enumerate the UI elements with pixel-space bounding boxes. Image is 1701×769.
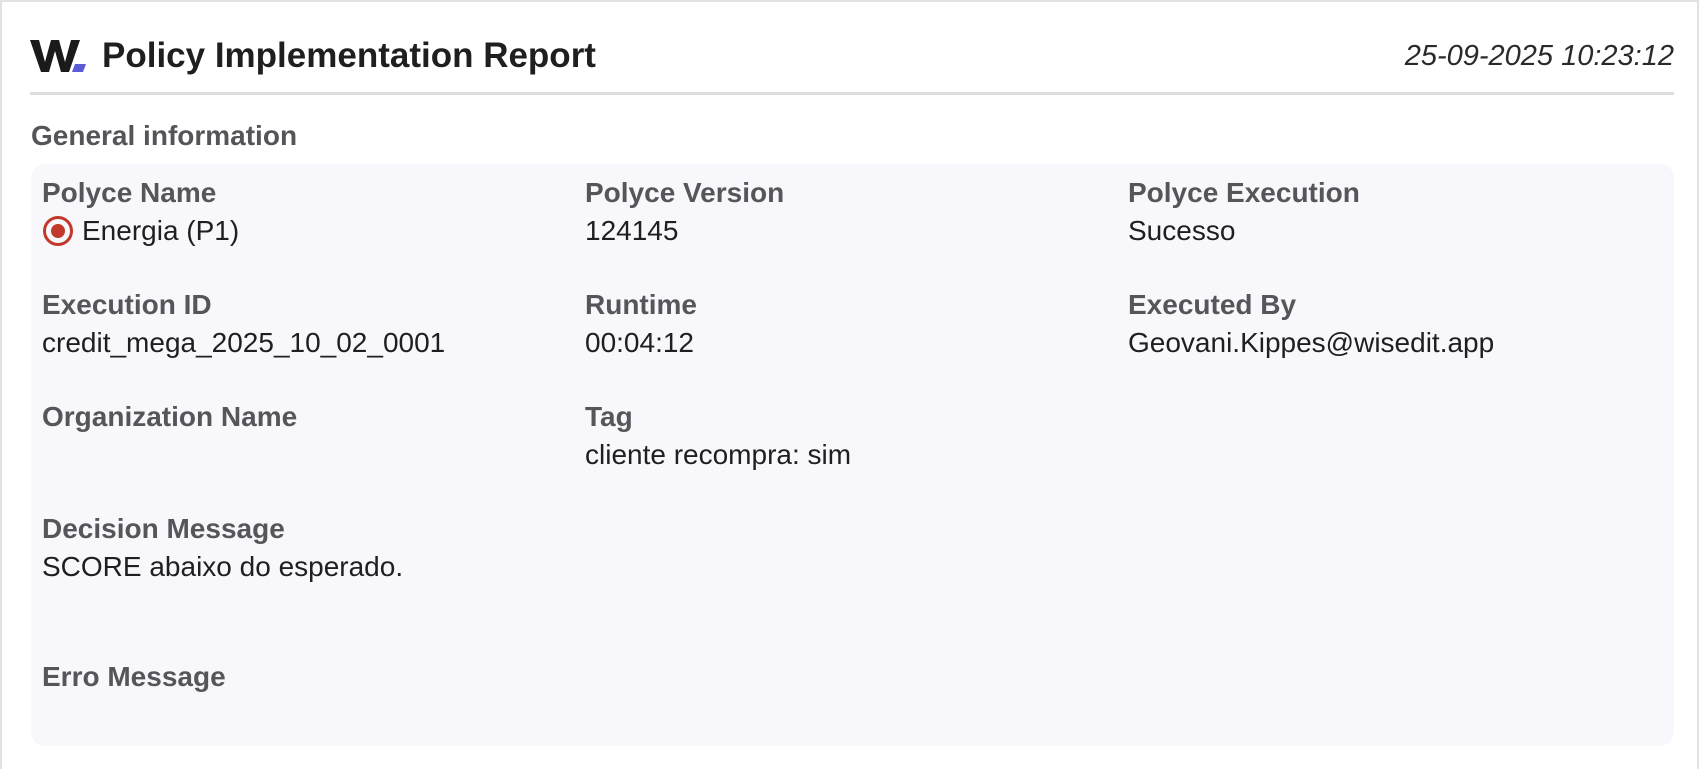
field-error-message: Erro Message — [42, 660, 562, 698]
field-label: Polyce Execution — [1128, 177, 1360, 208]
report-frame: Policy Implementation Report 25-09-2025 … — [0, 0, 1699, 769]
policy-version-value: 124145 — [585, 215, 679, 246]
executed-by-value: Geovani.Kippes@wisedit.app — [1128, 327, 1495, 358]
execution-id-value: credit_mega_2025_10_02_0001 — [42, 327, 446, 358]
policy-name-value: Energia (P1) — [82, 215, 240, 246]
decision-message-value: SCORE abaixo do esperado. — [42, 551, 404, 582]
field-label: Organization Name — [42, 401, 298, 432]
section-title: General information — [31, 120, 298, 151]
field-execution-id: Execution ID credit_mega_2025_10_02_0001 — [42, 288, 562, 360]
field-label: Polyce Version — [585, 177, 785, 208]
tag-value: cliente recompra: sim — [585, 439, 852, 470]
field-label: Execution ID — [42, 289, 212, 320]
field-label: Polyce Name — [42, 177, 217, 208]
field-organization-name: Organization Name — [42, 400, 562, 438]
record-status-icon — [42, 215, 74, 247]
field-decision-message: Decision Message SCORE abaixo do esperad… — [42, 512, 562, 584]
field-executed-by: Executed By Geovani.Kippes@wisedit.app — [1128, 288, 1648, 360]
general-info-panel: Polyce Name Energia (P1) Polyce Version … — [31, 164, 1674, 746]
field-tag: Tag cliente recompra: sim — [585, 400, 1105, 472]
w-brand-logo-icon — [30, 34, 92, 78]
report-title: Policy Implementation Report — [102, 36, 596, 75]
report-timestamp: 25-09-2025 10:23:12 — [1404, 40, 1674, 72]
field-label: Tag — [585, 401, 633, 432]
runtime-value: 00:04:12 — [585, 327, 694, 358]
field-value: Energia (P1) — [42, 214, 562, 248]
field-label: Decision Message — [42, 513, 285, 544]
field-label: Executed By — [1128, 289, 1297, 320]
field-policy-version: Polyce Version 124145 — [585, 176, 1105, 248]
policy-execution-value: Sucesso — [1128, 215, 1236, 246]
field-policy-execution: Polyce Execution Sucesso — [1128, 176, 1648, 248]
field-policy-name: Polyce Name Energia (P1) — [42, 176, 562, 248]
field-runtime: Runtime 00:04:12 — [585, 288, 1105, 360]
field-label: Erro Message — [42, 661, 226, 692]
report-header: Policy Implementation Report 25-09-2025 … — [30, 30, 1674, 95]
field-label: Runtime — [585, 289, 697, 320]
